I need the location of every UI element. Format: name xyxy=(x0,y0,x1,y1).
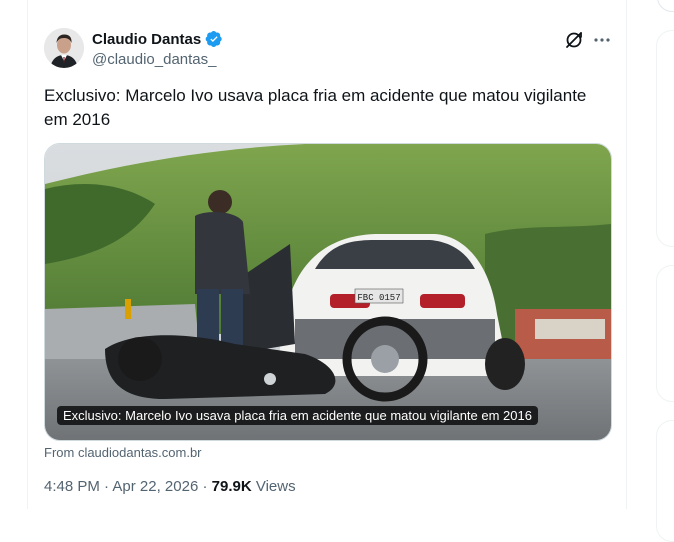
tweet-date[interactable]: Apr 22, 2026 xyxy=(112,478,198,495)
avatar[interactable] xyxy=(44,28,84,68)
right-sidebar-card xyxy=(656,265,674,402)
tweet-text: Exclusivo: Marcelo Ivo usava placa fria … xyxy=(44,86,587,129)
tweet[interactable]: Claudio Dantas @claudio_dantas_ Exclusiv… xyxy=(28,0,626,509)
right-sidebar-card xyxy=(656,30,674,247)
author-name-row: Claudio Dantas xyxy=(92,30,223,48)
right-sidebar-card xyxy=(656,420,674,542)
license-plate: FBC 0157 xyxy=(357,293,400,303)
more-options-icon[interactable] xyxy=(592,30,612,50)
link-source[interactable]: From claudiodantas.com.br xyxy=(44,445,202,460)
right-sidebar-circle xyxy=(657,0,674,12)
views-count: 79.9K xyxy=(211,478,252,495)
media-photo: FBC 0157 xyxy=(45,144,611,440)
author-name[interactable]: Claudio Dantas xyxy=(92,31,201,48)
tweet-media-card[interactable]: FBC 0157 Exclusivo: Marcelo Ivo usava pl… xyxy=(44,143,612,441)
tweet-time[interactable]: 4:48 PM xyxy=(44,478,100,495)
meta-separator: · xyxy=(104,478,110,495)
tweet-meta: 4:48 PM · Apr 22, 2026 · 79.9K Views xyxy=(44,478,296,495)
meta-separator: · xyxy=(202,478,208,495)
grok-icon[interactable] xyxy=(564,30,584,50)
author-handle[interactable]: @claudio_dantas_ xyxy=(92,51,216,68)
timeline-right-border xyxy=(626,0,627,509)
views-label: Views xyxy=(255,478,296,495)
media-caption: Exclusivo: Marcelo Ivo usava placa fria … xyxy=(57,406,538,425)
verified-badge-icon xyxy=(205,30,223,48)
